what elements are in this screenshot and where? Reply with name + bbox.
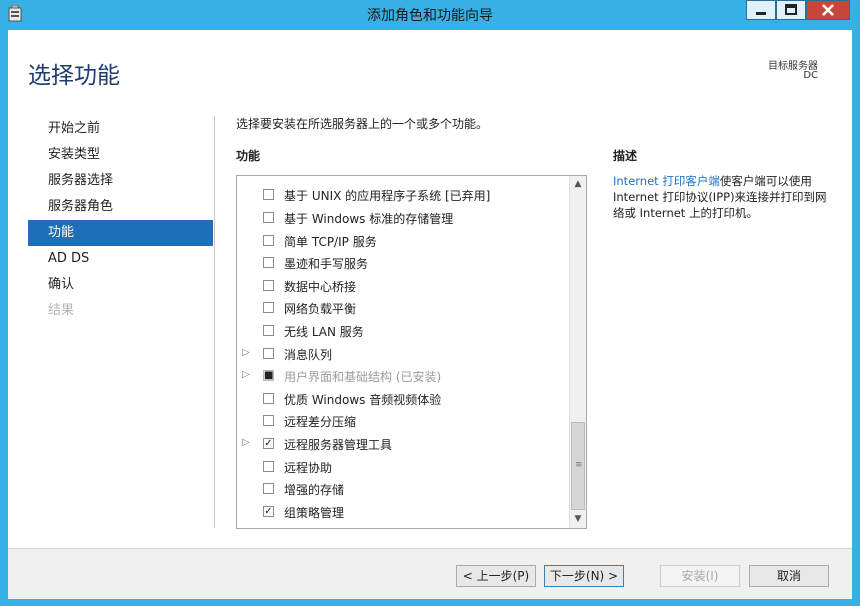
feature-row[interactable]: 网络负载平衡 (237, 297, 567, 319)
feature-row[interactable]: 远程差分压缩 (237, 410, 567, 432)
destination-server-value: DC (803, 70, 818, 81)
triangle-right-icon[interactable]: ▷ (242, 347, 250, 358)
chevron-up-icon[interactable]: ▲ (570, 176, 586, 193)
feature-checkbox[interactable] (263, 483, 274, 494)
description-heading: 描述 (613, 149, 638, 163)
wizard-steps-nav: 开始之前 安装类型 服务器选择 服务器角色 功能 AD DS 确认 结果 (28, 116, 213, 324)
feature-row[interactable]: 远程协助 (237, 456, 567, 478)
feature-row[interactable]: 增强的存储 (237, 478, 567, 500)
nav-item-server-selection[interactable]: 服务器选择 (28, 168, 213, 194)
feature-row[interactable]: ✓ 组策略管理 (237, 501, 567, 523)
grip-icon: ≡ (575, 460, 583, 470)
description-feature-link[interactable]: Internet 打印客户端 (613, 174, 720, 188)
page-title: 选择功能 (28, 63, 120, 89)
previous-button[interactable]: < 上一步(P) (456, 565, 536, 587)
feature-row[interactable]: 简单 TCP/IP 服务 (237, 230, 567, 252)
next-button[interactable]: 下一步(N) > (544, 565, 624, 587)
feature-label: 简单 TCP/IP 服务 (284, 235, 377, 249)
feature-row[interactable]: 墨迹和手写服务 (237, 252, 567, 274)
feature-label: 远程协助 (284, 461, 333, 475)
instruction-text: 选择要安装在所选服务器上的一个或多个功能。 (236, 117, 489, 131)
feature-row[interactable]: ▷ ✓ 远程服务器管理工具 (237, 433, 567, 455)
close-button[interactable] (806, 0, 850, 20)
nav-item-server-roles[interactable]: 服务器角色 (28, 194, 213, 220)
nav-item-features[interactable]: 功能 (28, 220, 213, 246)
feature-label: 消息队列 (284, 348, 333, 362)
feature-checkbox[interactable] (263, 325, 274, 336)
feature-row[interactable]: 数据中心桥接 (237, 275, 567, 297)
feature-checkbox-checked[interactable]: ✓ (263, 438, 274, 449)
feature-label: 基于 UNIX 的应用程序子系统 [已弃用] (284, 189, 491, 203)
feature-checkbox[interactable] (263, 348, 274, 359)
features-list[interactable]: 基于 UNIX 的应用程序子系统 [已弃用] 基于 Windows 标准的存储管… (236, 175, 587, 529)
nav-item-confirmation[interactable]: 确认 (28, 272, 213, 298)
feature-checkbox[interactable] (263, 302, 274, 313)
feature-label: 远程服务器管理工具 (284, 438, 393, 452)
feature-label: 墨迹和手写服务 (284, 257, 369, 271)
title-bar: 添加角色和功能向导 (0, 0, 860, 30)
feature-checkbox[interactable] (263, 461, 274, 472)
maximize-button[interactable] (776, 0, 806, 20)
feature-checkbox-checked[interactable]: ✓ (263, 506, 274, 517)
minimize-icon (756, 12, 766, 15)
cancel-button[interactable]: 取消 (749, 565, 829, 587)
features-heading: 功能 (236, 149, 261, 163)
minimize-button[interactable] (746, 0, 776, 20)
description-text: Internet 打印客户端使客户端可以使用 Internet 打印协议(IPP… (613, 173, 833, 221)
triangle-right-icon[interactable]: ▷ (242, 369, 250, 380)
triangle-right-icon[interactable]: ▷ (242, 437, 250, 448)
features-scrollbar[interactable]: ▲ ≡ ▼ (569, 176, 586, 528)
feature-checkbox[interactable] (263, 257, 274, 268)
close-icon (822, 4, 834, 16)
wizard-footer: < 上一步(P) 下一步(N) > 安装(I) 取消 (8, 548, 852, 599)
window-title: 添加角色和功能向导 (367, 8, 493, 24)
wizard-client-area: 选择功能 目标服务器 DC 开始之前 安装类型 服务器选择 服务器角色 功能 A… (8, 30, 852, 599)
feature-label: 无线 LAN 服务 (284, 325, 364, 339)
feature-row[interactable]: 基于 UNIX 的应用程序子系统 [已弃用] (237, 184, 567, 206)
feature-row[interactable]: ▷ 消息队列 (237, 343, 567, 365)
chevron-down-icon[interactable]: ▼ (570, 511, 586, 528)
install-button: 安装(I) (660, 565, 740, 587)
feature-checkbox-installed: ■ (263, 370, 274, 381)
feature-label: 数据中心桥接 (284, 280, 357, 294)
feature-checkbox[interactable] (263, 280, 274, 291)
nav-item-ad-ds[interactable]: AD DS (28, 246, 213, 272)
feature-row[interactable]: 基于 Windows 标准的存储管理 (237, 207, 567, 229)
feature-label: 增强的存储 (284, 483, 345, 497)
feature-label: 远程差分压缩 (284, 415, 357, 429)
nav-item-results: 结果 (48, 303, 75, 318)
feature-checkbox[interactable] (263, 415, 274, 426)
scrollbar-thumb[interactable]: ≡ (571, 422, 585, 510)
feature-checkbox[interactable] (263, 189, 274, 200)
nav-divider (214, 116, 215, 528)
feature-checkbox[interactable] (263, 212, 274, 223)
nav-item-installation-type[interactable]: 安装类型 (28, 142, 213, 168)
feature-checkbox[interactable] (263, 235, 274, 246)
feature-row[interactable]: 无线 LAN 服务 (237, 320, 567, 342)
maximize-icon (785, 4, 797, 15)
feature-label: 用户界面和基础结构 (已安装) (284, 370, 442, 384)
nav-item-before-you-begin[interactable]: 开始之前 (28, 116, 213, 142)
feature-checkbox[interactable] (263, 393, 274, 404)
feature-label: 优质 Windows 音频视频体验 (284, 393, 442, 407)
feature-label: 基于 Windows 标准的存储管理 (284, 212, 454, 226)
wizard-window: 添加角色和功能向导 选择功能 目标服务器 DC 开始之前 安装类型 服务器选择 … (0, 0, 860, 606)
feature-label: 组策略管理 (284, 506, 345, 520)
feature-row[interactable]: ▷ ■ 用户界面和基础结构 (已安装) (237, 365, 567, 387)
feature-label: 网络负载平衡 (284, 302, 357, 316)
feature-row[interactable]: 优质 Windows 音频视频体验 (237, 388, 567, 410)
